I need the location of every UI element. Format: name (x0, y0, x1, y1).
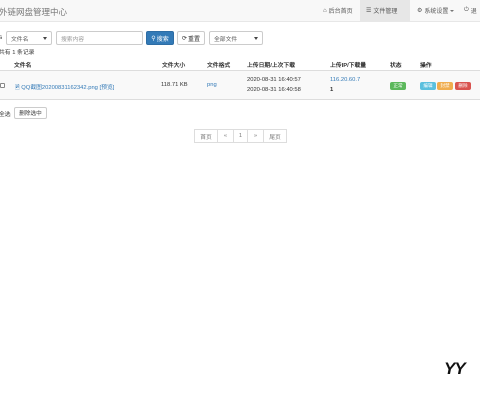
nav-logout-label: 退 (470, 9, 477, 15)
download-count: 1 (330, 87, 334, 93)
file-filter-select-value: 全部文件 (214, 36, 238, 43)
power-icon: ⏻ (464, 7, 469, 13)
file-name-link[interactable]: QQ截图20200831162342.png (21, 85, 98, 91)
search-label: s (0, 34, 3, 41)
delete-button[interactable]: 删除 (455, 82, 471, 90)
page-first[interactable]: 首页 (194, 129, 218, 143)
search-button-label: 搜索 (156, 36, 169, 43)
nav-settings-label: 系统设置 (424, 9, 449, 15)
status-badge: 正常 (390, 82, 406, 90)
search-input[interactable]: 搜索内容 (56, 31, 143, 45)
search-input-placeholder: 搜索内容 (61, 36, 85, 43)
delete-selected-button[interactable]: 删除选中 (14, 107, 47, 119)
column-header-format: 文件格式 (207, 63, 231, 69)
search-button[interactable]: ⚲ 搜索 (146, 31, 174, 45)
upload-date: 2020-08-31 16:40:57 (247, 77, 301, 83)
chevron-down-icon (43, 37, 47, 40)
search-icon: ⚲ (151, 35, 156, 42)
refresh-icon: ⟳ (181, 35, 187, 42)
column-header-actions: 操作 (420, 63, 432, 69)
page-next[interactable]: » (247, 129, 264, 143)
reset-button-label: 重置 (188, 36, 201, 43)
gear-icon: ⚙ (417, 8, 423, 14)
home-icon: ⌂ (323, 7, 327, 14)
chevron-down-icon (450, 9, 455, 12)
edit-button[interactable]: 编辑 (420, 82, 436, 90)
upload-ip[interactable]: 116.20.60.7 (330, 77, 360, 83)
app-title[interactable]: 外链网盘管理中心 (0, 6, 67, 18)
list-icon: ☰ (366, 8, 372, 14)
chevron-down-icon (254, 37, 258, 40)
column-header-size: 文件大小 (162, 63, 186, 69)
row-checkbox[interactable] (0, 83, 5, 88)
select-all-label[interactable]: 全选 (0, 109, 11, 118)
file-name-cell: 🖻 QQ截图20200831162342.png [预览] (15, 82, 114, 93)
preview-link[interactable]: [预览] (100, 85, 115, 91)
search-field-select[interactable]: 文件名 (6, 31, 52, 45)
search-field-select-value: 文件名 (11, 36, 29, 43)
page-prev[interactable]: « (217, 129, 234, 143)
column-header-date: 上传日期/上次下载 (247, 63, 295, 69)
last-download-date: 2020-08-31 16:40:58 (247, 87, 301, 93)
block-button[interactable]: 封禁 (437, 82, 453, 90)
nav-files[interactable]: ☰ 文件管理 (360, 0, 410, 21)
page-current[interactable]: 1 (233, 129, 248, 143)
watermark-logo: YY (444, 359, 466, 378)
record-count: 共有 1 条记录 (0, 50, 35, 56)
nav-logout[interactable]: ⏻ 退 (458, 0, 477, 21)
nav-files-label: 文件管理 (373, 9, 398, 15)
nav-home-label: 后台首页 (328, 9, 353, 15)
file-icon: 🖻 (15, 85, 20, 91)
top-navbar: 外链网盘管理中心 ⌂ 后台首页 ☰ 文件管理 ⚙ 系统设置 ⏻ 退 (0, 0, 480, 22)
file-filter-select[interactable]: 全部文件 (209, 31, 263, 45)
nav-settings[interactable]: ⚙ 系统设置 (411, 0, 460, 21)
reset-button[interactable]: ⟳ 重置 (177, 31, 205, 45)
column-header-ip: 上传IP/下载量 (330, 63, 367, 69)
file-size: 118.71 KB (161, 82, 188, 88)
column-header-filename: 文件名 (14, 63, 32, 69)
column-header-status: 状态 (390, 63, 402, 69)
table-row-divider (0, 99, 480, 100)
nav-home[interactable]: ⌂ 后台首页 (317, 0, 359, 21)
page-last[interactable]: 尾页 (263, 129, 287, 143)
file-format: png (207, 82, 217, 88)
